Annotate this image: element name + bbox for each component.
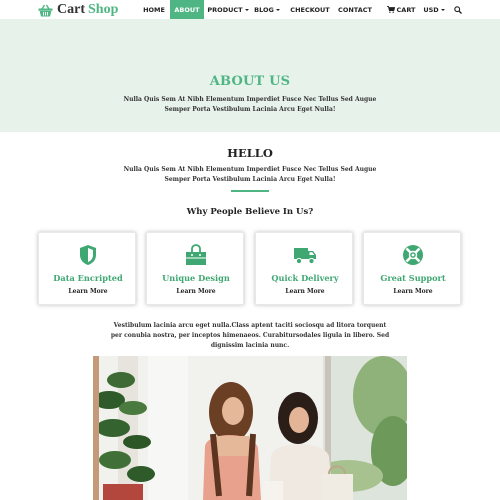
nav-cart[interactable]: CART — [385, 0, 417, 19]
hello-description: Nulla Quis Sem At Nibh Elementum Imperdi… — [123, 166, 377, 183]
learn-more-link[interactable]: Learn More — [39, 288, 137, 295]
nav-about-label: ABOUT — [174, 5, 200, 14]
nav-blog-label: BLOG — [254, 5, 274, 14]
search-icon — [454, 5, 462, 14]
nav-home-label: HOME — [143, 5, 165, 14]
feature-title: Great Support — [380, 273, 446, 283]
brand-name-second: Shop — [88, 2, 119, 17]
chevron-down-icon — [244, 8, 249, 11]
feature-title: Quick Delivery — [271, 273, 339, 283]
feature-card-data-encripted: Data Encripted Learn More — [38, 232, 136, 305]
basket-icon — [38, 4, 53, 16]
currency-label: USD — [423, 5, 439, 14]
brand-name-first: Cart — [57, 2, 85, 17]
section-divider — [231, 190, 269, 192]
shield-icon — [80, 245, 96, 265]
feature-icon-wrap — [39, 244, 137, 266]
nav-cart-label: CART — [396, 5, 416, 14]
truck-icon — [294, 248, 316, 265]
shopping-women-photo — [93, 356, 407, 500]
shopping-bag-icon — [186, 244, 206, 265]
nav-checkout[interactable]: CHECKOUT — [289, 0, 331, 19]
feature-icon-wrap — [256, 244, 354, 266]
about-hero-banner: ABOUT US Nulla Quis Sem At Nibh Elementu… — [0, 19, 500, 132]
feature-title: Data Encripted — [53, 273, 123, 283]
hero-description: Nulla Quis Sem At Nibh Elementum Imperdi… — [123, 96, 377, 113]
nav-contact[interactable]: CONTACT — [336, 0, 374, 19]
feature-icon-wrap — [364, 244, 462, 266]
hello-heading: HELLO — [227, 146, 273, 160]
about-paragraph: Vestibulum lacinia arcu eget nulla.Class… — [110, 322, 390, 349]
lifebuoy-icon — [403, 245, 423, 265]
cart-icon — [386, 6, 395, 13]
nav-product[interactable]: PRODUCT — [206, 0, 250, 19]
nav-product-label: PRODUCT — [207, 5, 243, 14]
feature-title: Unique Design — [162, 273, 230, 283]
nav-contact-label: CONTACT — [338, 5, 372, 14]
nav-home[interactable]: HOME — [140, 0, 168, 19]
search-button[interactable] — [450, 0, 466, 19]
feature-card-quick-delivery: Quick Delivery Learn More — [255, 232, 353, 305]
learn-more-link[interactable]: Learn More — [364, 288, 462, 295]
chevron-down-icon — [440, 8, 445, 11]
brand-logo[interactable]: Cart Shop — [38, 1, 118, 19]
feature-card-great-support: Great Support Learn More — [363, 232, 461, 305]
feature-card-unique-design: Unique Design Learn More — [146, 232, 244, 305]
photo-illustration — [93, 356, 407, 500]
page-title: ABOUT US — [209, 74, 291, 89]
site-header: Cart Shop HOME ABOUT PRODUCT BLOG CHECKO… — [0, 0, 500, 19]
feature-icon-wrap — [147, 244, 245, 266]
learn-more-link[interactable]: Learn More — [256, 288, 354, 295]
nav-checkout-label: CHECKOUT — [290, 5, 330, 14]
nav-about[interactable]: ABOUT — [170, 0, 204, 19]
nav-blog[interactable]: BLOG — [254, 0, 280, 19]
currency-dropdown[interactable]: USD — [421, 0, 447, 19]
learn-more-link[interactable]: Learn More — [147, 288, 245, 295]
chevron-down-icon — [275, 8, 280, 11]
why-heading: Why People Believe In Us? — [186, 207, 314, 217]
